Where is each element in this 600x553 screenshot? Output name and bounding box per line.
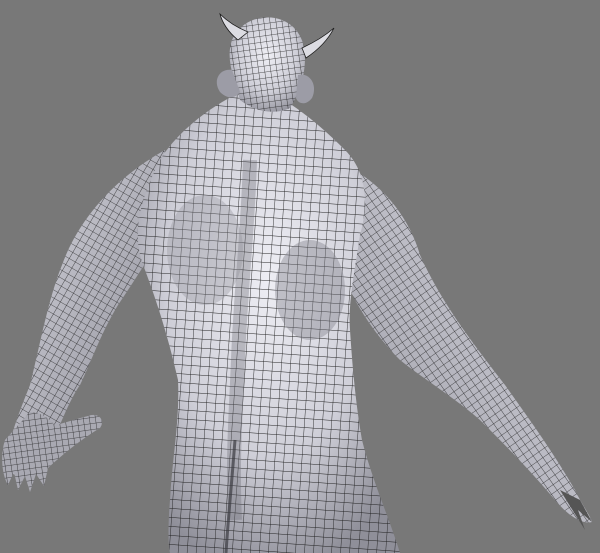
sculpt-render	[0, 0, 600, 553]
3d-viewport[interactable]	[0, 0, 600, 553]
